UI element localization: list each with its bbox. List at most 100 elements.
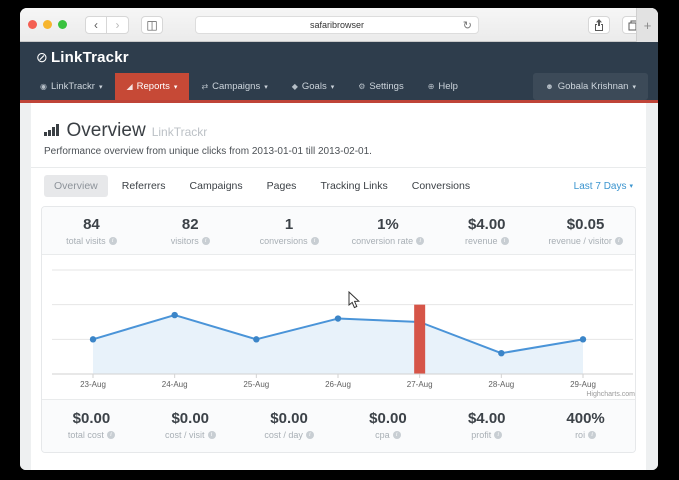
- stat-value: 1: [240, 216, 339, 233]
- info-icon[interactable]: i: [311, 237, 319, 245]
- stats-row-top: 84 total visitsi 82 visitorsi 1 conversi…: [42, 207, 635, 255]
- x-axis-label: 23-Aug: [80, 380, 106, 389]
- stat-profit: $4.00 profiti: [437, 410, 536, 440]
- info-icon[interactable]: i: [306, 431, 314, 439]
- overview-chart-area[interactable]: 23-Aug24-Aug25-Aug26-Aug27-Aug28-Aug29-A…: [42, 255, 635, 399]
- info-icon[interactable]: i: [494, 431, 502, 439]
- stat-label: conversions: [260, 236, 308, 246]
- caret-down-icon: ▾: [331, 83, 335, 91]
- app-logo[interactable]: ⊘ LinkTrackr: [36, 49, 129, 66]
- nav-item-help[interactable]: ⊕ Help: [416, 73, 470, 100]
- info-icon[interactable]: i: [107, 431, 115, 439]
- new-tab-button[interactable]: +: [636, 8, 658, 42]
- sidebar-toggle-button[interactable]: ◫: [141, 16, 163, 34]
- close-window-button[interactable]: [28, 20, 37, 29]
- tab-overview[interactable]: Overview: [44, 175, 108, 197]
- back-button[interactable]: ‹: [85, 16, 107, 34]
- sidebar-icon: ◫: [146, 18, 157, 32]
- stat-total-cost: $0.00 total costi: [42, 410, 141, 440]
- stat-value: 82: [141, 216, 240, 233]
- info-icon[interactable]: i: [393, 431, 401, 439]
- user-menu[interactable]: ☻ Gobala Krishnan ▾: [533, 73, 648, 100]
- stat-label: visitors: [171, 236, 199, 246]
- stat-value: $0.00: [339, 410, 438, 427]
- nav-item-campaigns[interactable]: ⇄ Campaigns ▾: [189, 73, 279, 100]
- nav-label: Campaigns: [212, 81, 260, 92]
- stat-value: $0.00: [141, 410, 240, 427]
- stat-roi: 400% roii: [536, 410, 635, 440]
- stat-cost-visit: $0.00 cost / visiti: [141, 410, 240, 440]
- info-icon[interactable]: i: [615, 237, 623, 245]
- diamond-icon: ◆: [292, 82, 298, 91]
- user-name: Gobala Krishnan: [558, 81, 629, 92]
- gear-icon: ⚙: [358, 82, 365, 91]
- date-range-label: Last 7 Days: [574, 181, 627, 192]
- x-axis-label: 24-Aug: [162, 380, 188, 389]
- nav-item-goals[interactable]: ◆ Goals ▾: [280, 73, 347, 100]
- nav-label: Settings: [369, 81, 403, 92]
- info-icon[interactable]: i: [588, 431, 596, 439]
- page-subtitle: Performance overview from unique clicks …: [44, 146, 633, 157]
- main-nav: ◉ LinkTrackr ▾ ◢ Reports ▾ ⇄ Campaigns ▾…: [20, 73, 658, 100]
- tab-conversions[interactable]: Conversions: [402, 175, 480, 197]
- info-icon[interactable]: i: [416, 237, 424, 245]
- stat-label: roi: [575, 430, 585, 440]
- x-axis-label: 26-Aug: [325, 380, 351, 389]
- stat-value: $0.00: [42, 410, 141, 427]
- nav-item-linktrackr[interactable]: ◉ LinkTrackr ▾: [28, 73, 115, 100]
- stat-label: revenue: [465, 236, 498, 246]
- share-button[interactable]: [588, 16, 610, 34]
- nav-label: LinkTrackr: [51, 81, 95, 92]
- overview-panel: 84 total visitsi 82 visitorsi 1 conversi…: [41, 206, 636, 453]
- info-icon[interactable]: i: [202, 237, 210, 245]
- stat-value: 400%: [536, 410, 635, 427]
- caret-down-icon: ▾: [264, 83, 268, 91]
- stat-conversions: 1 conversionsi: [240, 216, 339, 246]
- stat-cost-day: $0.00 cost / dayi: [240, 410, 339, 440]
- nav-item-settings[interactable]: ⚙ Settings: [346, 73, 416, 100]
- browser-window: ‹ › ◫ safaribrowser ↻ +: [20, 8, 658, 470]
- minimize-window-button[interactable]: [43, 20, 52, 29]
- stat-cpa: $0.00 cpai: [339, 410, 438, 440]
- x-axis-label: 25-Aug: [243, 380, 269, 389]
- address-text: safaribrowser: [310, 20, 364, 30]
- address-bar[interactable]: safaribrowser ↻: [195, 16, 479, 34]
- mouse-cursor: [348, 291, 361, 310]
- content-card: Overview LinkTrackr Performance overview…: [31, 103, 646, 470]
- tab-referrers[interactable]: Referrers: [112, 175, 176, 197]
- info-icon[interactable]: i: [109, 237, 117, 245]
- tab-tracking-links[interactable]: Tracking Links: [310, 175, 397, 197]
- overview-chart[interactable]: 23-Aug24-Aug25-Aug26-Aug27-Aug28-Aug29-A…: [42, 255, 636, 399]
- info-icon[interactable]: i: [208, 431, 216, 439]
- shuffle-icon: ⇄: [201, 82, 208, 91]
- x-axis-label: 29-Aug: [570, 380, 596, 389]
- highcharts-credit: Highcharts.com: [586, 391, 635, 398]
- zoom-window-button[interactable]: [58, 20, 67, 29]
- x-axis-label: 28-Aug: [488, 380, 514, 389]
- user-icon: ☻: [545, 82, 553, 91]
- stat-value: $0.00: [240, 410, 339, 427]
- refresh-icon[interactable]: ↻: [463, 19, 472, 32]
- stat-label: revenue / visitor: [548, 236, 612, 246]
- nav-label: Reports: [137, 81, 170, 92]
- tab-campaigns[interactable]: Campaigns: [180, 175, 253, 197]
- stat-value: 1%: [339, 216, 438, 233]
- chart-bars-icon: [44, 124, 59, 136]
- browser-toolbar: ‹ › ◫ safaribrowser ↻ +: [20, 8, 658, 42]
- stat-label: profit: [471, 430, 491, 440]
- plus-icon: +: [644, 18, 652, 33]
- page-header: Overview LinkTrackr Performance overview…: [31, 103, 646, 168]
- nav-item-reports[interactable]: ◢ Reports ▾: [115, 73, 190, 100]
- caret-down-icon: ▾: [174, 83, 178, 91]
- info-icon[interactable]: i: [501, 237, 509, 245]
- date-range-selector[interactable]: Last 7 Days ▾: [574, 181, 633, 192]
- stat-revenue: $4.00 revenuei: [437, 216, 536, 246]
- forward-button[interactable]: ›: [107, 16, 129, 34]
- logo-text: LinkTrackr: [51, 49, 129, 66]
- stat-revenue-visitor: $0.05 revenue / visitori: [536, 216, 635, 246]
- caret-down-icon: ▾: [632, 83, 636, 91]
- stat-value: $4.00: [437, 410, 536, 427]
- stat-conversion-rate: 1% conversion ratei: [339, 216, 438, 246]
- tab-pages[interactable]: Pages: [257, 175, 307, 197]
- help-icon: ⊕: [428, 82, 435, 91]
